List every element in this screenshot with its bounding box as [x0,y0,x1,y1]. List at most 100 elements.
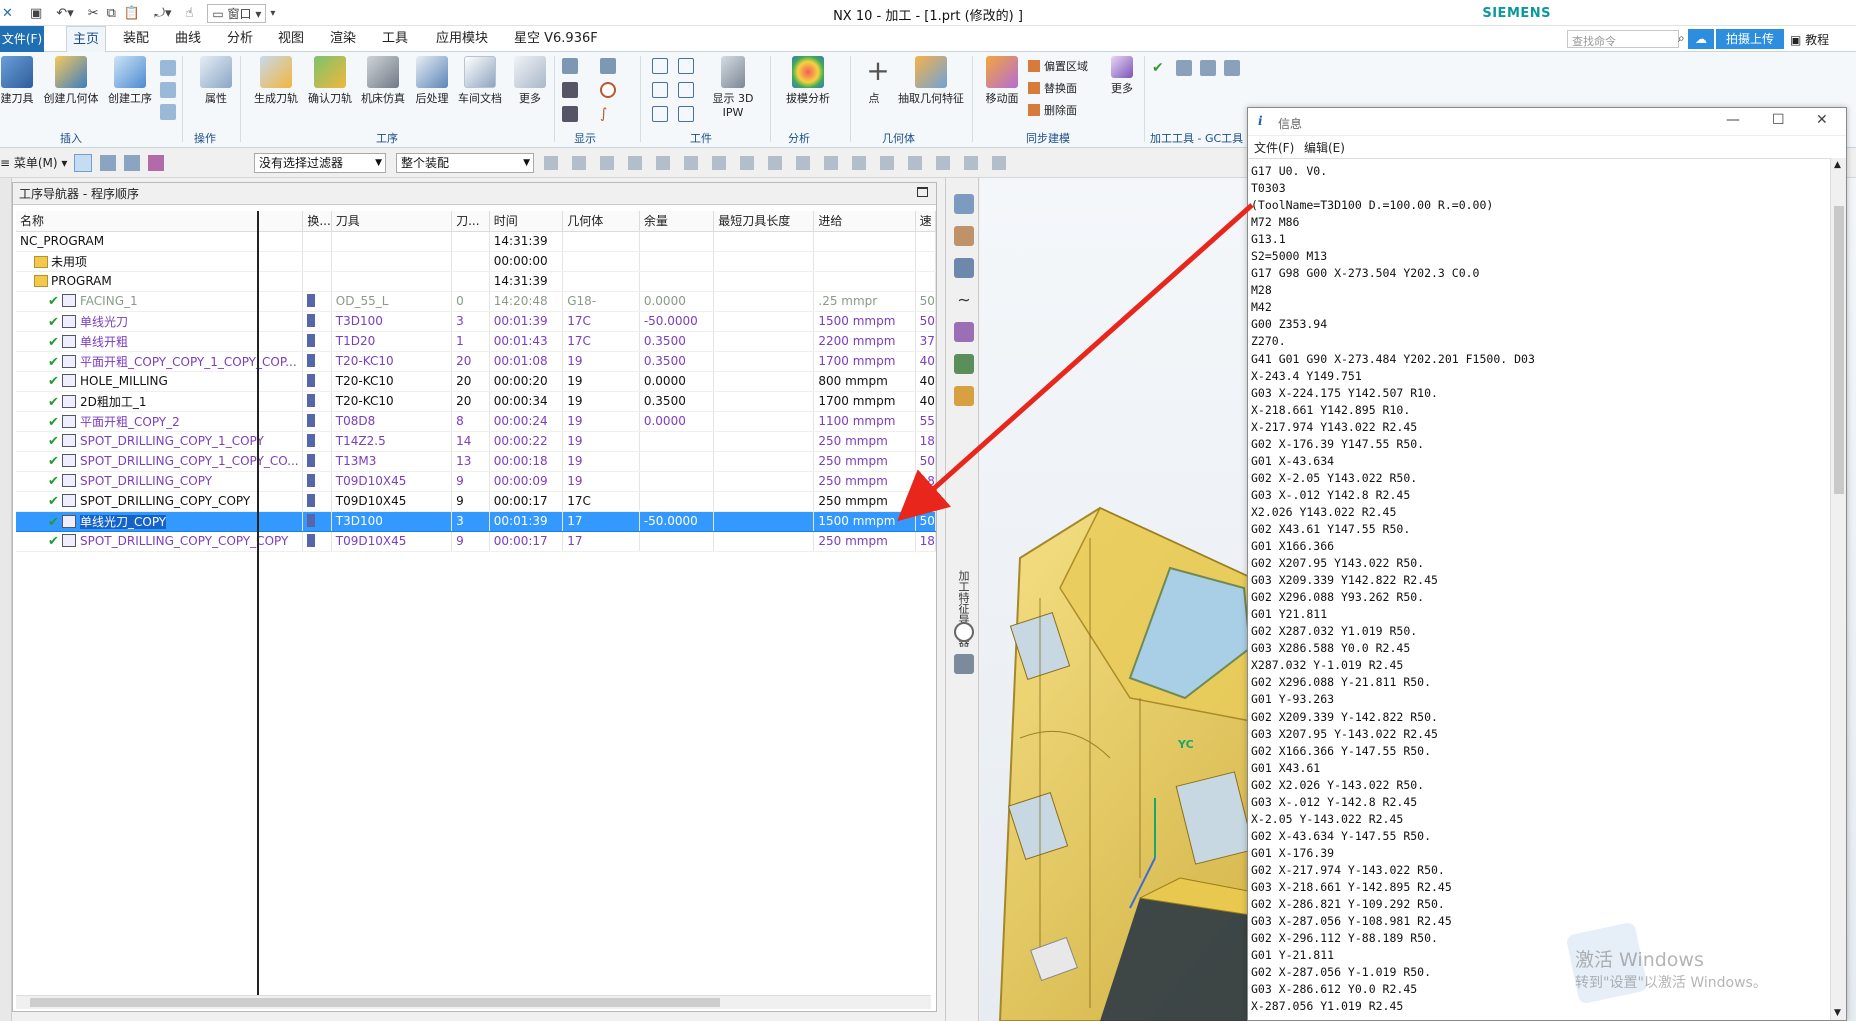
row-name-cell[interactable]: PROGRAM [16,271,304,292]
part-navigator-icon[interactable] [954,258,974,278]
display-geometry-icon[interactable] [600,58,616,74]
workpiece-icon-4[interactable] [678,82,694,98]
table-row[interactable]: NC_PROGRAM 14:31:39 [16,231,937,252]
tab-xingkong-plugin[interactable]: 星空 V6.936F [508,26,604,52]
display-stock-icon[interactable] [562,106,578,122]
row-name-cell[interactable]: ✔ HOLE_MILLING [16,371,304,392]
assembly-navigator-icon[interactable] [954,194,974,214]
table-row[interactable]: ✔ 单线开粗 T1D20 1 00:01:43 17C 0.3500 2200 mmpm 37 [16,331,937,352]
column-header[interactable]: 几何体 [562,211,640,232]
table-row[interactable]: ✔ 平面开粗_COPY_2 T08D8 8 00:00:24 19 0.0000 1100 m… [16,411,937,432]
table-row[interactable]: ✔ SPOT_DRILLING_COPY_1_COPY_CO... T13M3 13 0… [16,451,937,472]
machine-navigator-icon[interactable] [954,322,974,342]
maximize-window-icon[interactable]: ☐ [1772,112,1785,128]
info-edit-menu[interactable]: 编辑(E) [1304,139,1345,156]
reuse-library-icon[interactable] [954,354,974,374]
column-header[interactable]: 进给 [813,211,916,232]
row-name-cell[interactable]: ✔ 单线光刀_COPY [16,511,304,532]
row-name-cell[interactable]: ✔ 单线开粗 [16,331,304,352]
workpiece-icon-1[interactable] [652,58,668,74]
command-search-input[interactable]: 查找命令 [1567,30,1679,48]
table-row[interactable]: ✔ 平面开粗_COPY_COPY_1_COPY_COP... T20-KC10 20 0… [16,351,937,372]
more-operation-button[interactable]: 更多 [514,56,546,106]
filter-combo[interactable]: 没有选择过滤器 ▼ [254,153,386,173]
table-row[interactable]: ✔ SPOT_DRILLING_COPY_1_COPY T14Z2.5 14 00:00… [16,431,937,452]
column-header[interactable]: 刀具 [331,211,453,232]
tab-tools[interactable]: 工具 [376,26,414,52]
program-order-view-icon[interactable] [74,154,92,172]
row-name-cell[interactable]: NC_PROGRAM [16,231,304,252]
table-row[interactable]: ✔ SPOT_DRILLING_COPY T09D10X45 9 00:00:09 19 2… [16,471,937,492]
table-row[interactable]: PROGRAM 14:31:39 [16,271,937,292]
table-row[interactable]: ✔ 2D粗加工_1 T20-KC10 20 00:00:34 19 0.3500 1700 m… [16,391,937,412]
feature-navigator-icon[interactable] [954,386,974,406]
assembly-combo[interactable]: 整个装配 ▼ [396,153,534,173]
table-row[interactable]: ✔ HOLE_MILLING T20-KC10 20 00:00:20 19 0.0000 8… [16,371,937,392]
column-header[interactable]: 余量 [639,211,715,232]
tab-render[interactable]: 渲染 [324,26,362,52]
close-icon[interactable]: ✕ [1816,112,1828,128]
row-name-cell[interactable]: ✔ SPOT_DRILLING_COPY_1_COPY [16,431,304,452]
maximize-icon[interactable] [917,187,928,197]
table-row[interactable]: ✔ SPOT_DRILLING_COPY_COPY T09D10X45 9 00:00:… [16,491,937,512]
menu-button[interactable]: ≡ 菜单(M) ▾ [0,154,67,171]
show-3d-ipw-button[interactable]: 显示 3D IPW [702,56,764,119]
minimize-icon[interactable]: — [1726,112,1740,128]
method-view-icon[interactable] [148,155,164,171]
roles-icon[interactable] [954,654,974,674]
scrollbar-thumb[interactable] [1834,206,1844,494]
row-name-cell[interactable]: ✔ 平面开粗_COPY_2 [16,411,304,432]
workpiece-icon-3[interactable] [652,82,668,98]
offset-region-button[interactable]: 偏置区域 [1028,58,1088,74]
tab-view[interactable]: 视图 [272,26,310,52]
program-icon[interactable] [160,60,176,76]
extract-geometry-button[interactable]: 抽取几何特征 [894,56,968,106]
row-name-cell[interactable]: ✔ 单线光刀 [16,311,304,332]
search-icon[interactable]: ⌕ [1678,31,1685,46]
display-toolpath-icon[interactable] [562,58,578,74]
table-row[interactable]: ✔ 单线光刀 T3D100 3 00:01:39 17C -50.0000 1500 mmpm… [16,311,937,332]
scroll-down-icon[interactable]: ▼ [1834,1008,1841,1018]
row-name-cell[interactable]: ✔ SPOT_DRILLING_COPY_COPY_COPY [16,531,304,552]
info-file-menu[interactable]: 文件(F) [1254,139,1294,156]
tab-home[interactable]: 主页 [66,26,107,52]
display-ipw-icon[interactable] [562,82,578,98]
column-header[interactable]: 刀... [451,211,490,232]
move-face-button[interactable]: 移动面 [984,56,1020,106]
row-name-cell[interactable]: ✔ 2D粗加工_1 [16,391,304,412]
machine-tool-view-icon[interactable] [100,155,116,171]
shop-doc-button[interactable]: 车间文档 [456,56,504,106]
create-operation-button[interactable]: 创建工序 [104,56,156,106]
generate-toolpath-button[interactable]: 生成刀轨 [252,56,300,106]
create-geometry-button[interactable]: 创建几何体 [42,56,100,106]
geometry-view-icon[interactable] [124,155,140,171]
column-splitter[interactable] [257,211,259,1003]
tutorial-link[interactable]: ▣ 教程 [1790,31,1829,48]
display-point-icon[interactable] [600,82,616,98]
info-vertical-scrollbar[interactable]: ▲ ▼ [1830,158,1846,1020]
column-header[interactable]: 名称 [16,211,304,232]
row-name-cell[interactable]: 未用项 [16,251,304,272]
curve-icon[interactable]: ∼ [954,290,974,310]
column-header[interactable]: 最短刀具长度 [713,211,815,232]
cloud-icon[interactable]: ☁ [1688,29,1714,49]
horizontal-scrollbar[interactable] [16,995,931,1009]
table-row[interactable]: 未用项 00:00:00 [16,251,937,272]
column-header[interactable]: 速 [915,211,937,232]
tab-analysis[interactable]: 分析 [221,26,259,52]
row-name-cell[interactable]: ✔ SPOT_DRILLING_COPY_1_COPY_CO... [16,451,304,472]
nc-code-listing[interactable]: G17 U0. V0. T0303 (ToolName=T3D100 D.=100.… [1248,158,1830,1020]
table-row[interactable]: ✔ 单线光刀_COPY T3D100 3 00:01:39 17 -50.0000 1500 … [16,511,937,532]
gc-tool-icon-2[interactable] [1200,60,1216,76]
machine-simulation-button[interactable]: 机床仿真 [358,56,408,106]
create-tool-button[interactable]: 建刀具 [0,56,34,106]
workpiece-icon-5[interactable] [652,106,668,122]
workpiece-icon-6[interactable] [678,106,694,122]
row-name-cell[interactable]: ✔ 平面开粗_COPY_COPY_1_COPY_COP... [16,351,304,372]
scroll-up-icon[interactable]: ▲ [1834,160,1841,170]
row-name-cell[interactable]: ✔ SPOT_DRILLING_COPY_COPY [16,491,304,512]
more-sync-button[interactable]: 更多 [1106,56,1138,96]
method-icon[interactable] [160,82,176,98]
delete-face-button[interactable]: 删除面 [1028,102,1077,118]
row-name-cell[interactable]: ✔ SPOT_DRILLING_COPY [16,471,304,492]
